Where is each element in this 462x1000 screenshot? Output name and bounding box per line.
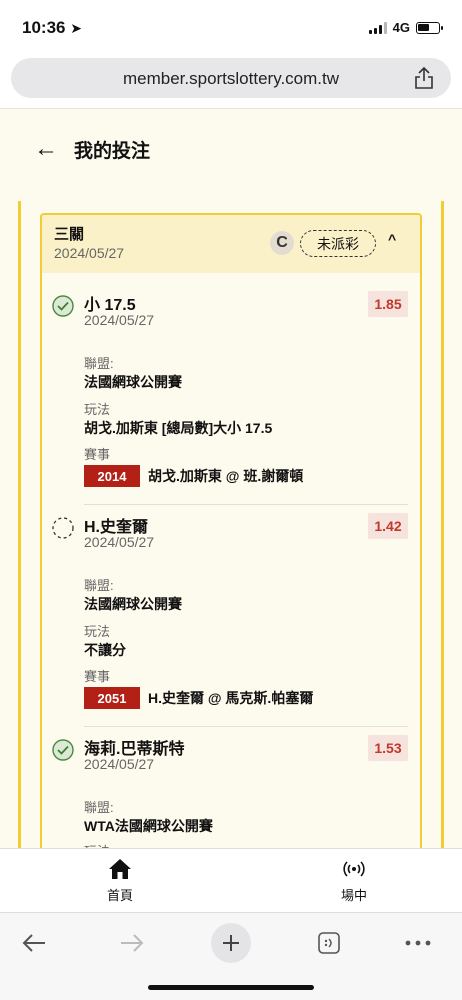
signal-icon (368, 21, 387, 34)
tabs-icon (318, 932, 340, 954)
status-bar: 10:36 ➤ 4G (0, 0, 462, 54)
market-label: 玩法 (84, 841, 110, 848)
page-header: ← 我的投注 (34, 135, 150, 163)
event-code: 2051 (84, 687, 140, 709)
status-badge: 未派彩 (300, 230, 376, 257)
home-indicator (148, 985, 314, 990)
divider (84, 726, 408, 727)
arrow-right-icon (121, 934, 144, 952)
url-text: member.sportslottery.com.tw (122, 69, 340, 88)
market-label: 玩法 (84, 624, 111, 639)
live-signal-icon (343, 861, 365, 877)
check-circle-icon (52, 295, 74, 317)
address-bar[interactable]: member.sportslottery.com.tw (11, 58, 451, 98)
chevron-up-icon[interactable]: ^ (388, 231, 396, 247)
event-label: 賽事 (84, 669, 111, 684)
plus-icon (223, 935, 239, 951)
league-value: 法國網球公開賽 (84, 374, 182, 390)
tab-live[interactable]: 場中 (314, 857, 394, 904)
bet-list-container: 三關 2024/05/27 C 未派彩 ^ 小 17.5 2024/05/27 … (18, 201, 444, 848)
battery-icon (416, 21, 443, 34)
page-title: 我的投注 (74, 140, 151, 162)
clock-text: 10:36 (22, 18, 66, 37)
league-value: WTA法國網球公開賽 (84, 818, 213, 834)
location-arrow-icon: ➤ (70, 20, 82, 36)
back-button[interactable]: ← (34, 135, 58, 163)
odds-badge: 1.53 (368, 735, 408, 761)
browser-back-button[interactable] (14, 923, 54, 963)
ticket-date: 2024/05/27 (54, 245, 125, 261)
share-icon[interactable] (413, 66, 435, 90)
tabs-button[interactable] (309, 923, 349, 963)
bet-date: 2024/05/27 (84, 756, 155, 772)
tab-live-label: 場中 (340, 888, 367, 903)
ticket-type: 三關 (54, 226, 85, 243)
league-label: 聯盟: (84, 578, 114, 593)
event-row: 2014 胡戈.加斯東 @ 班.謝爾頓 (84, 465, 303, 487)
status-indicators: 4G (368, 20, 443, 35)
event-row: 2051 H.史奎爾 @ 馬克斯.帕塞爾 (84, 687, 313, 709)
arrow-left-icon (22, 934, 45, 952)
bottom-tab-bar: 首頁 場中 (0, 848, 462, 912)
event-label: 賽事 (84, 447, 111, 462)
network-label: 4G (392, 20, 410, 35)
market-value: 胡戈.加斯東 [總局數]大小 17.5 (84, 420, 273, 436)
parlay-ticket-card: 三關 2024/05/27 C 未派彩 ^ 小 17.5 2024/05/27 … (40, 213, 422, 848)
bet-leg: 小 17.5 2024/05/27 1.85 聯盟: 法國網球公開賽 玩法 胡戈… (42, 287, 420, 505)
event-code: 2014 (84, 465, 140, 487)
odds-badge: 1.42 (368, 513, 408, 539)
ticket-header[interactable]: 三關 2024/05/27 C 未派彩 ^ (42, 215, 420, 273)
bet-leg: 海莉.巴蒂斯特 2024/05/27 1.53 聯盟: WTA法國網球公開賽 玩… (42, 731, 420, 848)
more-icon (405, 940, 431, 946)
league-label: 聯盟: (84, 800, 114, 815)
event-name: 胡戈.加斯東 @ 班.謝爾頓 (148, 468, 304, 484)
bet-leg: H.史奎爾 2024/05/27 1.42 聯盟: 法國網球公開賽 玩法 不讓分… (42, 509, 420, 727)
new-tab-button[interactable] (211, 923, 251, 963)
divider (84, 504, 408, 505)
more-button[interactable] (398, 923, 438, 963)
league-label: 聯盟: (84, 356, 114, 371)
pending-circle-icon (52, 517, 74, 539)
bet-date: 2024/05/27 (84, 312, 155, 328)
clock: 10:36 ➤ (22, 18, 82, 38)
tab-home[interactable]: 首頁 (80, 857, 160, 904)
bet-date: 2024/05/27 (84, 534, 155, 550)
refresh-icon[interactable]: C (270, 231, 294, 255)
market-value: 不讓分 (84, 642, 126, 658)
event-name: H.史奎爾 @ 馬克斯.帕塞爾 (148, 690, 314, 706)
check-circle-icon (52, 739, 74, 761)
browser-forward-button[interactable] (112, 923, 152, 963)
tab-home-label: 首頁 (106, 888, 133, 903)
odds-badge: 1.85 (368, 291, 408, 317)
league-value: 法國網球公開賽 (84, 596, 182, 612)
market-label: 玩法 (84, 402, 111, 417)
home-icon (109, 859, 131, 879)
page-content: ← 我的投注 三關 2024/05/27 C 未派彩 ^ 小 17.5 2024… (0, 108, 462, 848)
